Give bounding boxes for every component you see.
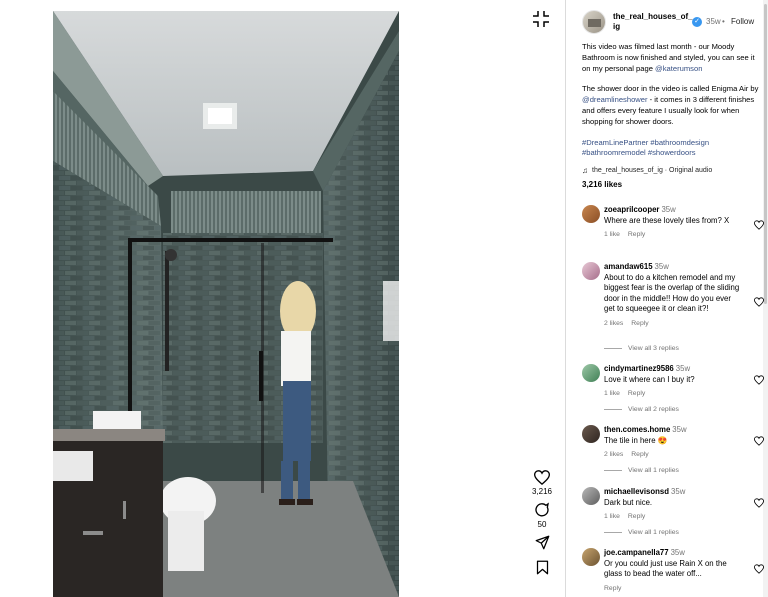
post-header: the_real_houses_of_ig ✓ 35w • Follow	[582, 10, 762, 38]
view-replies-label: View all 1 replies	[628, 467, 679, 474]
comment-username[interactable]: cindymartinez9586	[604, 364, 674, 373]
post-caption: This video was filmed last month - our M…	[582, 42, 762, 169]
comment-text: The tile in here 😍	[604, 435, 668, 445]
heart-icon[interactable]	[754, 564, 764, 574]
follow-button[interactable]: Follow	[731, 17, 754, 26]
hashtags[interactable]: #DreamLinePartner #bathroomdesign #bathr…	[582, 138, 762, 160]
comment-time: 35w	[672, 425, 687, 434]
like-button[interactable]: 3,216	[524, 470, 560, 496]
divider	[604, 409, 622, 410]
comment-text: Love it where can I buy it?	[604, 374, 695, 384]
divider	[604, 532, 622, 533]
mention-dreamlineshower[interactable]: @dreamlineshower	[582, 95, 648, 104]
view-replies-button[interactable]: View all 1 replies	[604, 529, 679, 536]
audio-label: the_real_houses_of_ig · Original audio	[592, 167, 713, 174]
comment-time: 35w	[654, 262, 669, 271]
reply-button[interactable]: Reply	[628, 231, 645, 238]
comment-text: Dark but nice.	[604, 497, 653, 507]
view-replies-button[interactable]: View all 3 replies	[604, 345, 679, 352]
comment-avatar[interactable]	[582, 548, 600, 566]
reply-button[interactable]: Reply	[628, 513, 645, 520]
comment-time: 35w	[675, 364, 691, 373]
view-replies-button[interactable]: View all 2 replies	[604, 406, 679, 413]
comment-avatar[interactable]	[582, 364, 600, 382]
share-button[interactable]	[524, 535, 560, 550]
divider	[604, 348, 622, 349]
view-replies-label: View all 3 replies	[628, 345, 679, 352]
separator-dot: •	[722, 17, 725, 26]
reply-button[interactable]: Reply	[604, 585, 621, 592]
heart-icon[interactable]	[754, 498, 764, 508]
music-note-icon: ♫	[582, 166, 588, 175]
view-replies-label: View all 2 replies	[628, 406, 679, 413]
comment-avatar[interactable]	[582, 262, 600, 280]
comment-text: Where are these lovely tiles from? X	[604, 215, 730, 225]
post-modal: 3,216 50 the_real_houses_of_ig ✓ 35w • F…	[0, 0, 768, 597]
comment-username[interactable]: michaellevisonsd	[604, 487, 669, 496]
avatar[interactable]	[582, 10, 606, 34]
reply-button[interactable]: Reply	[628, 390, 645, 397]
share-icon	[535, 535, 549, 550]
heart-icon[interactable]	[754, 220, 764, 230]
comment-likes[interactable]: 2 likes	[604, 451, 623, 458]
scrollbar-thumb[interactable]	[764, 4, 767, 304]
save-button[interactable]	[524, 560, 560, 575]
comment-time: 35w	[670, 548, 685, 557]
audio-link[interactable]: ♫ the_real_houses_of_ig · Original audio	[582, 166, 762, 175]
bathroom-video-frame	[53, 11, 399, 597]
reply-button[interactable]: Reply	[631, 320, 648, 327]
bookmark-icon	[536, 560, 548, 575]
verified-icon: ✓	[692, 17, 702, 27]
comment-username[interactable]: zoeaprilcooper	[604, 205, 659, 214]
heart-icon	[534, 470, 550, 485]
heart-icon[interactable]	[754, 436, 764, 446]
comment-text: About to do a kitchen remodel and my big…	[604, 272, 740, 314]
collapse-icon[interactable]	[531, 9, 551, 29]
post-video[interactable]	[53, 11, 399, 597]
author-username[interactable]: the_real_houses_of_ig	[613, 12, 693, 32]
comment-time: 35w	[661, 205, 676, 214]
comment-count: 50	[537, 520, 547, 529]
mention-katerumson[interactable]: @katerumson	[655, 64, 702, 73]
comment-likes[interactable]: 1 like	[604, 513, 620, 520]
comment-avatar[interactable]	[582, 205, 600, 223]
like-count: 3,216	[531, 487, 553, 496]
comment-avatar[interactable]	[582, 487, 600, 505]
caption-text-2a: The shower door in the video is called E…	[582, 84, 759, 94]
comment-username[interactable]: amandaw615	[604, 262, 653, 271]
likes-count[interactable]: 3,216 likes	[582, 180, 622, 189]
action-rail: 3,216 50	[524, 470, 560, 581]
comment-text: Or you could just use Rain X on the glas…	[604, 558, 727, 579]
heart-icon[interactable]	[754, 375, 764, 385]
comment-likes[interactable]: 1 like	[604, 390, 620, 397]
heart-icon[interactable]	[754, 297, 764, 307]
reply-button[interactable]: Reply	[631, 451, 648, 458]
comment-likes[interactable]: 1 like	[604, 231, 620, 238]
comment-username[interactable]: joe.campanella77	[604, 548, 669, 557]
post-time: 35w	[706, 17, 721, 26]
comment-time: 35w	[671, 487, 686, 496]
comment-button[interactable]: 50	[524, 502, 560, 529]
divider	[604, 470, 622, 471]
view-replies-button[interactable]: View all 1 replies	[604, 467, 679, 474]
comment-likes[interactable]: 2 likes	[604, 320, 623, 327]
comment-avatar[interactable]	[582, 425, 600, 443]
comment-icon	[535, 502, 549, 517]
side-panel: the_real_houses_of_ig ✓ 35w • Follow Thi…	[565, 0, 768, 597]
view-replies-label: View all 1 replies	[628, 529, 679, 536]
comment-username[interactable]: then.comes.home	[604, 425, 670, 434]
